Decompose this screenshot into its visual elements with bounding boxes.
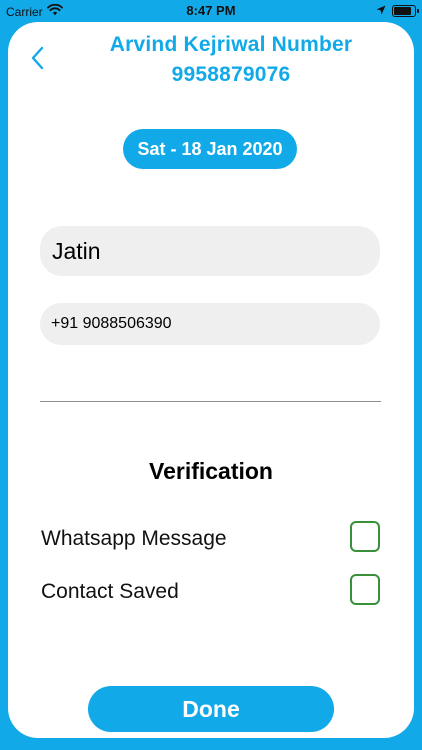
divider xyxy=(40,401,381,402)
verification-title: Verification xyxy=(149,458,273,484)
date-badge[interactable]: Sat - 18 Jan 2020 xyxy=(123,129,297,169)
status-bar: Carrier 8:47 PM xyxy=(0,0,422,22)
battery-icon xyxy=(392,5,419,17)
status-right xyxy=(376,4,419,18)
status-time: 8:47 PM xyxy=(186,3,236,18)
whatsapp-message-label: Whatsapp Message xyxy=(41,527,227,550)
chevron-left-icon xyxy=(28,46,52,76)
contact-saved-checkbox[interactable] xyxy=(350,574,380,605)
whatsapp-message-checkbox[interactable] xyxy=(350,521,380,552)
verification-row-contact: Contact Saved xyxy=(41,574,381,610)
done-button[interactable]: Done xyxy=(88,686,334,732)
content-card: Arvind Kejriwal Number 9958879076 Sat - … xyxy=(8,22,414,738)
contact-saved-label: Contact Saved xyxy=(41,580,179,603)
name-field[interactable] xyxy=(40,226,380,276)
page-title: Arvind Kejriwal Number 9958879076 xyxy=(68,30,394,90)
verification-row-whatsapp: Whatsapp Message xyxy=(41,521,381,557)
app-screen: Carrier 8:47 PM Arvind Kejriwal Number 9… xyxy=(0,0,422,750)
title-number: 9958879076 xyxy=(171,63,291,86)
phone-field[interactable] xyxy=(40,303,380,345)
location-arrow-icon xyxy=(376,4,386,18)
back-button[interactable] xyxy=(28,44,52,72)
title-name: Arvind Kejriwal Number xyxy=(109,33,353,56)
